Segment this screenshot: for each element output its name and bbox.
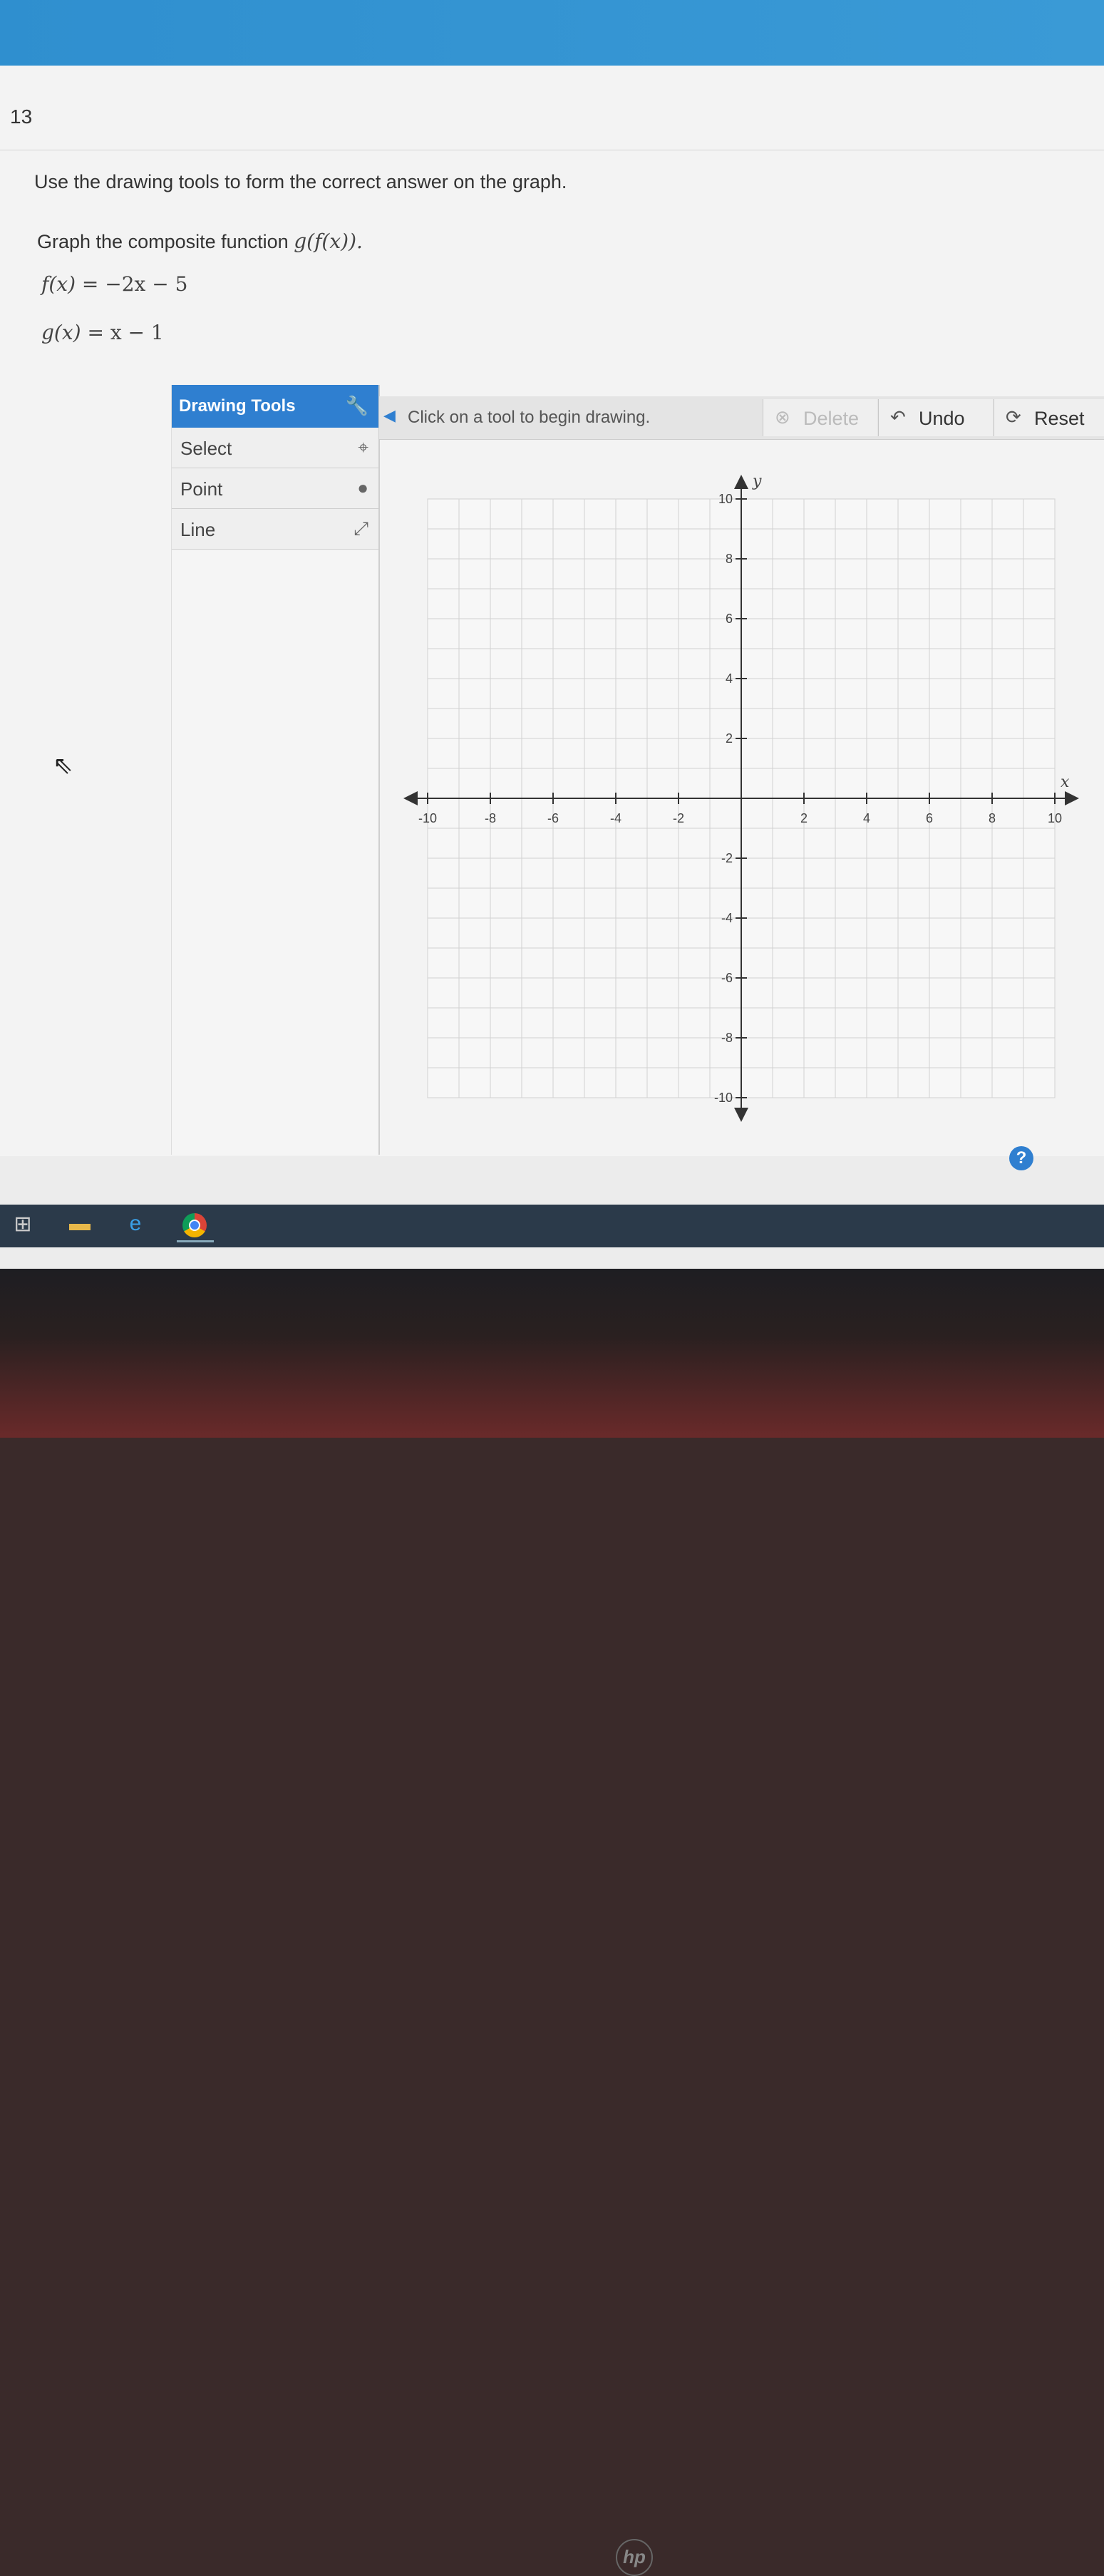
delete-x-icon: ⊗ [775,406,790,428]
y-tick-label: -4 [721,911,733,925]
delete-button[interactable]: ⊗ Delete [763,399,877,436]
toolbar-hint: Click on a tool to begin drawing. [408,408,651,427]
y-tick-label: 6 [726,612,733,626]
x-axis-right-arrow [1065,791,1079,805]
tool-line-label: Line [180,519,216,540]
top-bar [0,0,1104,66]
monitor-bezel: hp [0,1269,1104,2576]
chrome-browser-icon[interactable] [177,1212,214,1242]
x-axis-left-arrow [403,791,418,805]
x-tick-label: 4 [863,811,870,825]
y-axis-bottom-arrow [734,1108,748,1122]
hp-logo: hp [616,2539,653,2576]
collapse-arrow-icon[interactable]: ◀ [383,406,396,425]
x-tick-label: 8 [989,811,996,825]
y-tick-label: 8 [726,552,733,566]
y-tick-label: -6 [721,971,733,985]
drawing-tools-title: Drawing Tools [179,396,296,416]
task-view-icon[interactable]: ⊞ [9,1212,37,1240]
prompt-label: Graph the composite function [37,231,289,252]
tool-select-label: Select [180,438,232,459]
y-tick-label: 4 [726,671,733,686]
graph-toolbar: ◀ Click on a tool to begin drawing. ⊗ De… [379,396,1104,440]
g-expression: = x − 1 [87,321,164,344]
x-tick-label: -10 [418,811,437,825]
reset-button[interactable]: ⟳ Reset [994,399,1104,436]
tool-line[interactable]: Line ⤢ [172,509,378,550]
x-tick-label: 6 [926,811,933,825]
composite-function: g(f(x)). [294,230,363,253]
tool-point[interactable]: Point ● [172,468,378,509]
edge-browser-icon[interactable]: e [121,1212,150,1240]
x-tick-label: -8 [485,811,496,825]
x-axis-label: x [1061,773,1070,791]
delete-label: Delete [803,408,860,429]
y-tick-label: 10 [718,492,733,506]
f-expression: = −2x − 5 [81,272,188,296]
undo-arrow-icon: ↶ [890,406,906,428]
x-tick-label: -4 [610,811,621,825]
drawing-tools-header[interactable]: Drawing Tools 🔧 [172,385,378,428]
chrome-logo [182,1213,207,1237]
y-tick-label: -8 [721,1031,733,1045]
line-arrows-icon: ⤢ [354,517,368,539]
mouse-cursor-icon: ⇖ [53,752,73,779]
select-pointer-icon: ⌖ [358,436,368,458]
f-label: f(x) [41,272,76,296]
drawing-tools-panel: Drawing Tools 🔧 Select ⌖ Point ● Line ⤢ [171,385,380,1155]
point-dot-icon: ● [357,477,368,498]
y-tick-label: -10 [714,1091,733,1105]
x-tick-label: -6 [547,811,559,825]
y-axis-label: y [752,473,762,490]
undo-label: Undo [919,408,965,429]
g-equation: g(x) = x − 1 [41,321,164,344]
undo-button[interactable]: ↶ Undo [878,399,993,436]
question-number: 13 [10,105,33,128]
y-axis-top-arrow [734,475,748,489]
y-tick-label: 2 [726,731,733,746]
x-tick-label: 2 [800,811,808,825]
coordinate-graph[interactable]: -10 -8 -6 -4 -2 2 4 6 8 10 -10 -8 -6 -4 -2 2 4 6 8 10 x y [399,470,1083,1140]
x-tick-label: 10 [1048,811,1062,825]
g-label: g(x) [41,321,81,344]
f-equation: f(x) = −2x − 5 [41,272,187,296]
reset-label: Reset [1034,408,1085,429]
reset-cycle-icon: ⟳ [1006,406,1021,428]
wrench-icon: 🔧 [345,395,368,416]
tool-point-label: Point [180,478,223,500]
instruction-text: Use the drawing tools to form the correc… [34,171,567,192]
y-tick-label: -2 [721,851,733,865]
file-explorer-icon[interactable]: ▬ [66,1212,94,1240]
tool-select[interactable]: Select ⌖ [172,428,378,468]
x-tick-label: -2 [673,811,684,825]
os-taskbar: ⊞ ▬ e [0,1205,1104,1247]
screen: 13 Use the drawing tools to form the cor… [0,0,1104,1269]
prompt-text: Graph the composite function g(f(x)). [37,230,363,253]
help-button[interactable]: ? [1009,1146,1033,1170]
